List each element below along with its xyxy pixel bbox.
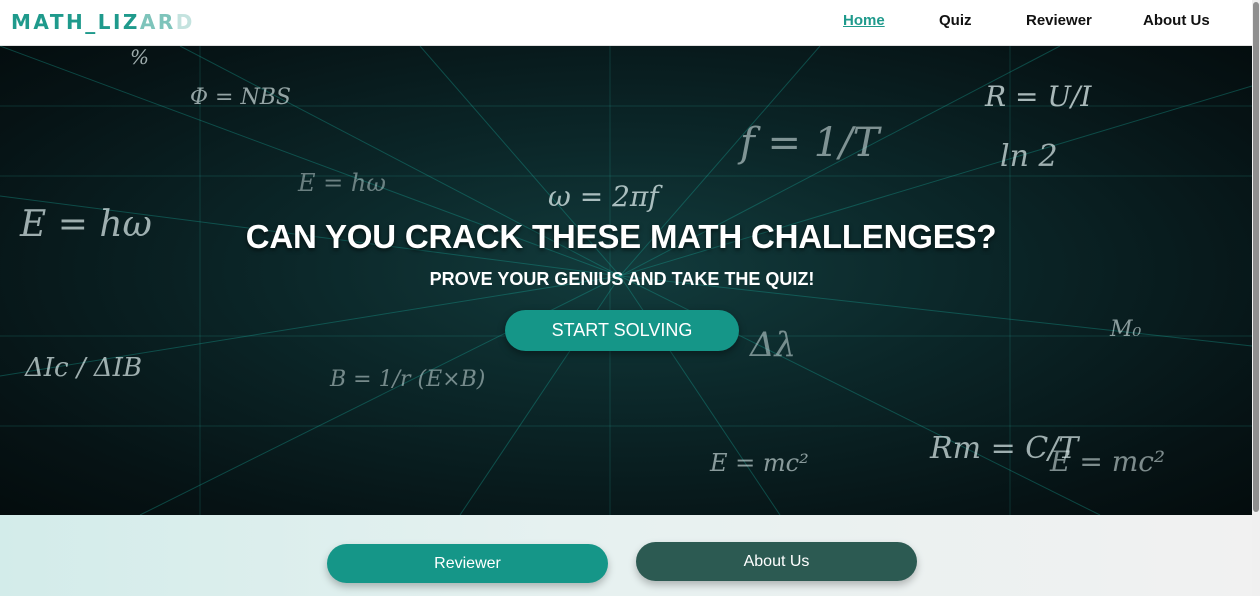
hero-subtitle: PROVE YOUR GENIUS AND TAKE THE QUIZ! bbox=[429, 269, 815, 289]
bg-formula: E = hω bbox=[297, 169, 386, 197]
about-us-button[interactable]: About Us bbox=[636, 542, 917, 581]
bg-formula: ω = 2πf bbox=[548, 180, 663, 213]
bg-formula: B = 1/r (E×B) bbox=[329, 367, 485, 392]
start-solving-button[interactable]: START SOLVING bbox=[505, 310, 739, 351]
bg-formula: ln 2 bbox=[1000, 139, 1058, 174]
bg-formula: Δλ bbox=[748, 325, 796, 365]
bg-formula: f = 1/T bbox=[737, 120, 883, 166]
scrollbar-thumb[interactable] bbox=[1253, 2, 1259, 512]
bg-formula: E = mc² bbox=[709, 449, 809, 477]
top-navbar: MATH_LIZARD Home Quiz Reviewer About Us bbox=[0, 0, 1252, 46]
bg-formula: R = U/I bbox=[984, 80, 1092, 113]
bg-formula: Φ = NBS bbox=[190, 85, 291, 110]
page-scrollbar[interactable] bbox=[1252, 0, 1260, 596]
reviewer-button[interactable]: Reviewer bbox=[327, 544, 608, 583]
hero-title: CAN YOU CRACK THESE MATH CHALLENGES? bbox=[245, 218, 997, 255]
bottom-section: Reviewer About Us bbox=[0, 515, 1252, 596]
nav-links: Home Quiz Reviewer About Us bbox=[0, 12, 1252, 32]
bg-formula: M₀ bbox=[1109, 317, 1142, 342]
nav-about-us[interactable]: About Us bbox=[1143, 12, 1210, 29]
hero-section: % Φ = NBS R = U/I E = hω E = hω ω = 2πf … bbox=[0, 46, 1252, 515]
nav-quiz[interactable]: Quiz bbox=[939, 12, 972, 29]
bg-formula: % bbox=[130, 46, 149, 69]
bg-formula: Rm = C/T bbox=[929, 431, 1080, 466]
nav-reviewer[interactable]: Reviewer bbox=[1026, 12, 1092, 29]
nav-home[interactable]: Home bbox=[843, 12, 885, 29]
bg-formula: ΔIc / ΔIB bbox=[24, 353, 142, 383]
